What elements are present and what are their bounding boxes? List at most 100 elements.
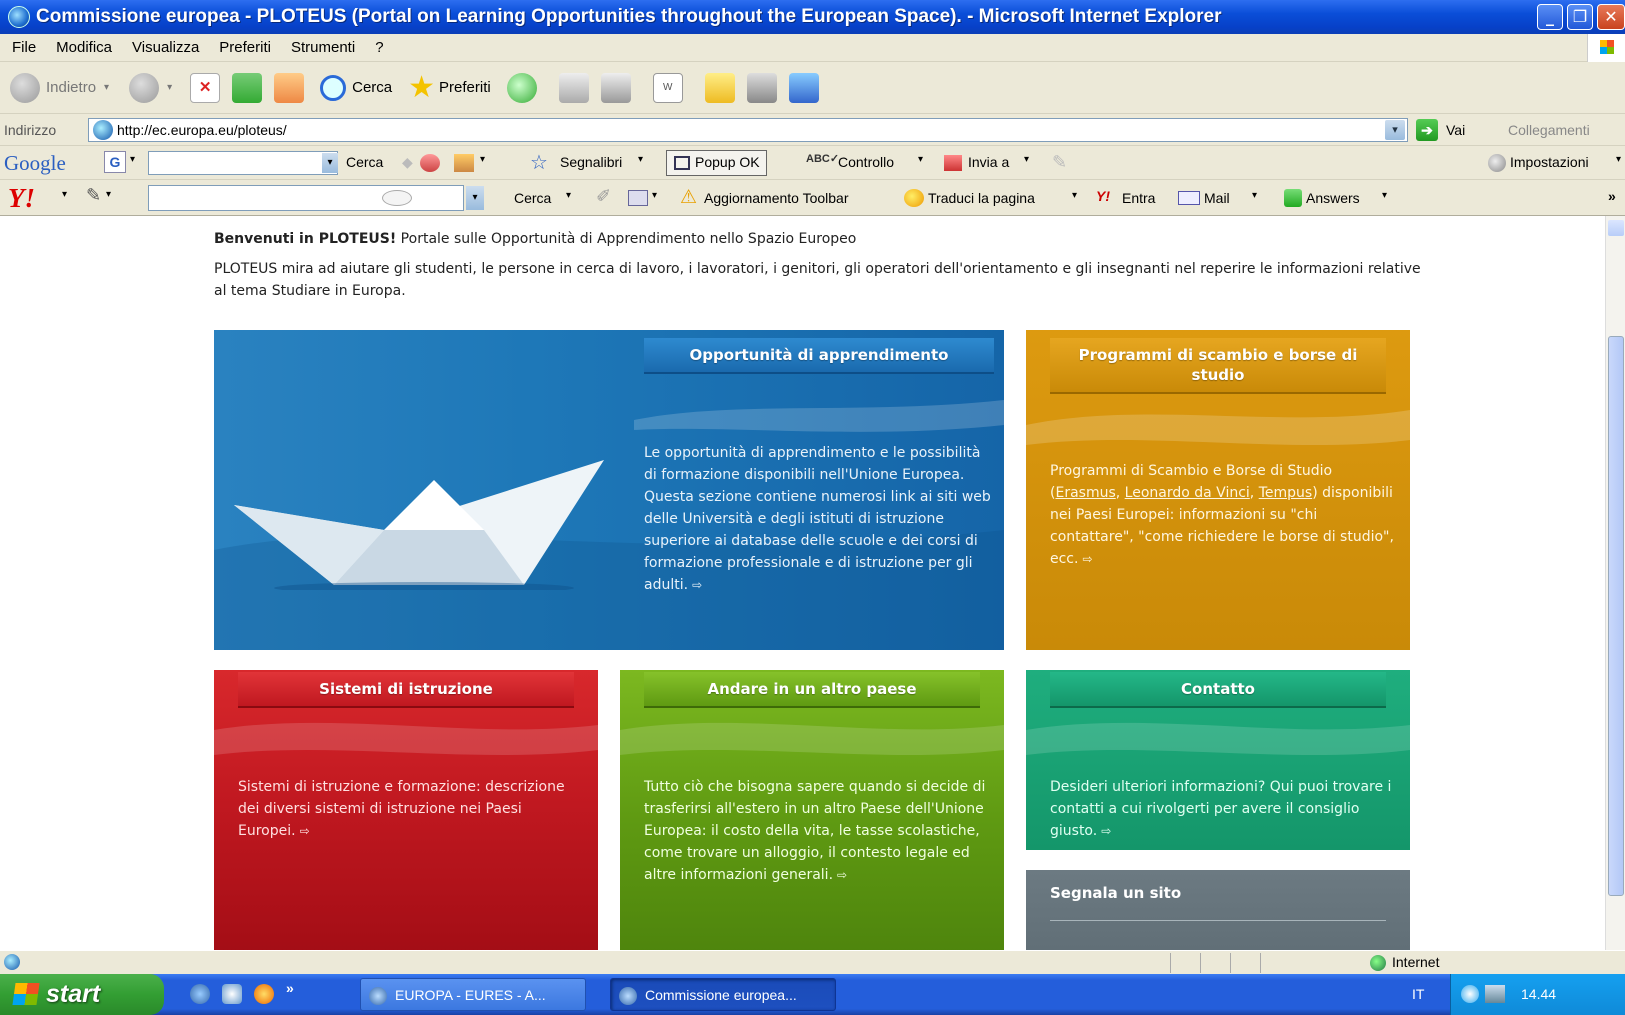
history-icon[interactable] [506,72,537,103]
more-arrow-icon[interactable]: ⇨ [1082,552,1092,566]
address-input[interactable]: http://ec.europa.eu/ploteus/ ▾ [88,118,1408,142]
news-dropdown-icon[interactable]: ▾ [480,154,485,165]
quicklaunch-overflow-icon[interactable]: » [286,980,294,996]
tempus-link[interactable]: Tempus [1259,485,1312,501]
more-arrow-icon[interactable]: ⇨ [1101,824,1111,838]
back-arrow-icon[interactable] [10,72,40,103]
google-search-dropdown-icon[interactable]: ▾ [322,153,338,173]
back-button-label[interactable]: Indietro [46,79,96,96]
spellcheck-button[interactable]: Controllo [838,154,894,170]
contact-box[interactable]: Contatto Desideri ulteriori informazioni… [1026,670,1410,850]
learning-title[interactable]: Opportunità di apprendimento [644,338,994,374]
pencil-icon[interactable]: ✎ [86,185,101,206]
research-icon[interactable] [746,72,777,103]
refresh-icon[interactable] [232,72,263,103]
search-icon[interactable] [320,74,347,101]
stop-icon[interactable]: ✕ [190,72,221,103]
tray-chevron-icon[interactable] [1461,985,1479,1003]
translate-button[interactable]: Traduci la pagina [928,190,1035,206]
bookmark-star-icon[interactable]: ☆ [530,150,548,175]
home-icon[interactable] [274,72,305,103]
messenger-icon[interactable] [788,72,819,103]
favorites-star-icon[interactable]: ★ [408,72,435,103]
menu-strumenti[interactable]: Strumenti [291,39,355,56]
quicklaunch-ie-icon[interactable] [190,984,210,1004]
settings-button[interactable]: Impostazioni [1510,154,1589,170]
more-arrow-icon[interactable]: ⇨ [837,868,847,882]
yahoo-logo[interactable]: Y! [8,183,35,214]
translate-dropdown-icon[interactable]: ▾ [1072,190,1077,201]
menu-file[interactable]: File [12,39,36,56]
spellcheck-dropdown-icon[interactable]: ▾ [918,154,923,165]
answers-button[interactable]: Answers [1306,190,1360,206]
mail-icon[interactable] [558,72,589,103]
network-icon[interactable] [1485,985,1505,1003]
yahoo-search-button[interactable]: Cerca [514,190,551,206]
word-edit-icon[interactable]: W [652,72,683,103]
search-button-label[interactable]: Cerca [352,79,392,96]
report-box[interactable]: Segnala un sito [1026,870,1410,950]
highlight-pen-icon[interactable]: ✎ [1052,152,1067,173]
forward-arrow-icon[interactable] [129,72,160,103]
minimize-button[interactable]: _ [1537,4,1563,30]
report-title[interactable]: Segnala un sito [1050,884,1181,902]
yahoo-search-dropdown-icon[interactable]: ▾ [466,186,484,210]
google-search-input[interactable] [148,151,338,175]
more-arrow-icon[interactable]: ⇨ [300,824,310,838]
moving-box[interactable]: Andare in un altro paese Tutto ciò che b… [620,670,1004,950]
settings-dropdown-icon[interactable]: ▾ [1616,154,1621,165]
send-button[interactable]: Invia a [968,154,1009,170]
pencil-dropdown-icon[interactable]: ▾ [106,189,111,200]
highlighter-icon[interactable]: ✐ [596,186,611,207]
mail-button[interactable]: Mail [1204,190,1230,206]
yahoo-dropdown-icon[interactable]: ▾ [62,189,67,200]
yahoo-search-input[interactable] [148,185,464,211]
bookmarks-dropdown-icon[interactable]: ▾ [638,154,643,165]
scroll-thumb[interactable] [1608,336,1624,896]
systems-title[interactable]: Sistemi di istruzione [238,672,574,708]
google-g-dropdown-icon[interactable]: ▾ [130,154,135,165]
google-search-button[interactable]: Cerca [346,154,383,170]
favorites-button-label[interactable]: Preferiti [439,79,491,96]
spellcheck-icon[interactable]: ABC✓ [806,152,839,165]
menu-visualizza[interactable]: Visualizza [132,39,199,56]
menu-modifica[interactable]: Modifica [56,39,112,56]
clock[interactable]: 14.44 [1521,986,1556,1002]
leonardo-link[interactable]: Leonardo da Vinci [1125,485,1250,501]
bookmarks-button[interactable]: Segnalibri [560,154,622,170]
print-icon[interactable] [600,72,631,103]
form-fill-dropdown-icon[interactable]: ▾ [652,190,657,201]
pagerank-icon[interactable] [420,154,440,172]
google-g-button[interactable]: G [104,151,126,173]
taskbar-item-commissione[interactable]: Commissione europea... [610,978,836,1011]
window-titlebar[interactable]: Commissione europea - PLOTEUS (Portal on… [0,0,1625,34]
menu-preferiti[interactable]: Preferiti [219,39,271,56]
send-icon[interactable] [944,155,962,171]
quicklaunch-firefox-icon[interactable] [254,984,274,1004]
forward-dropdown-icon[interactable]: ▾ [167,82,172,93]
toolbar-overflow-icon[interactable]: » [1608,188,1616,204]
address-dropdown-icon[interactable]: ▾ [1385,120,1405,140]
entra-button[interactable]: Entra [1122,190,1155,206]
links-label[interactable]: Collegamenti [1508,122,1590,138]
yahoo-search-button-dropdown-icon[interactable]: ▾ [566,190,571,201]
folder-icon[interactable] [704,72,735,103]
more-arrow-icon[interactable]: ⇨ [692,578,702,592]
update-toolbar-button[interactable]: Aggiornamento Toolbar [704,190,849,206]
translate-icon[interactable] [904,189,924,207]
go-arrow-icon[interactable]: ➔ [1416,119,1438,141]
settings-icon[interactable] [1488,154,1506,172]
start-button[interactable]: start [0,974,164,1015]
go-button-label[interactable]: Vai [1446,122,1465,138]
maximize-button[interactable]: ❐ [1567,4,1593,30]
menu-help[interactable]: ? [375,39,383,56]
language-indicator[interactable]: IT [1412,986,1424,1002]
taskbar-item-eures[interactable]: EUROPA - EURES - A... [360,978,586,1011]
scroll-up-arrow-icon[interactable] [1608,220,1624,236]
quicklaunch-media-icon[interactable] [222,984,242,1004]
form-fill-icon[interactable] [628,190,648,206]
answers-dropdown-icon[interactable]: ▾ [1382,190,1387,201]
learning-box[interactable]: Opportunità di apprendimento Le opportun… [214,330,1004,650]
exchange-box[interactable]: Programmi di scambio e borse di studio P… [1026,330,1410,650]
close-button[interactable]: ✕ [1597,4,1625,30]
